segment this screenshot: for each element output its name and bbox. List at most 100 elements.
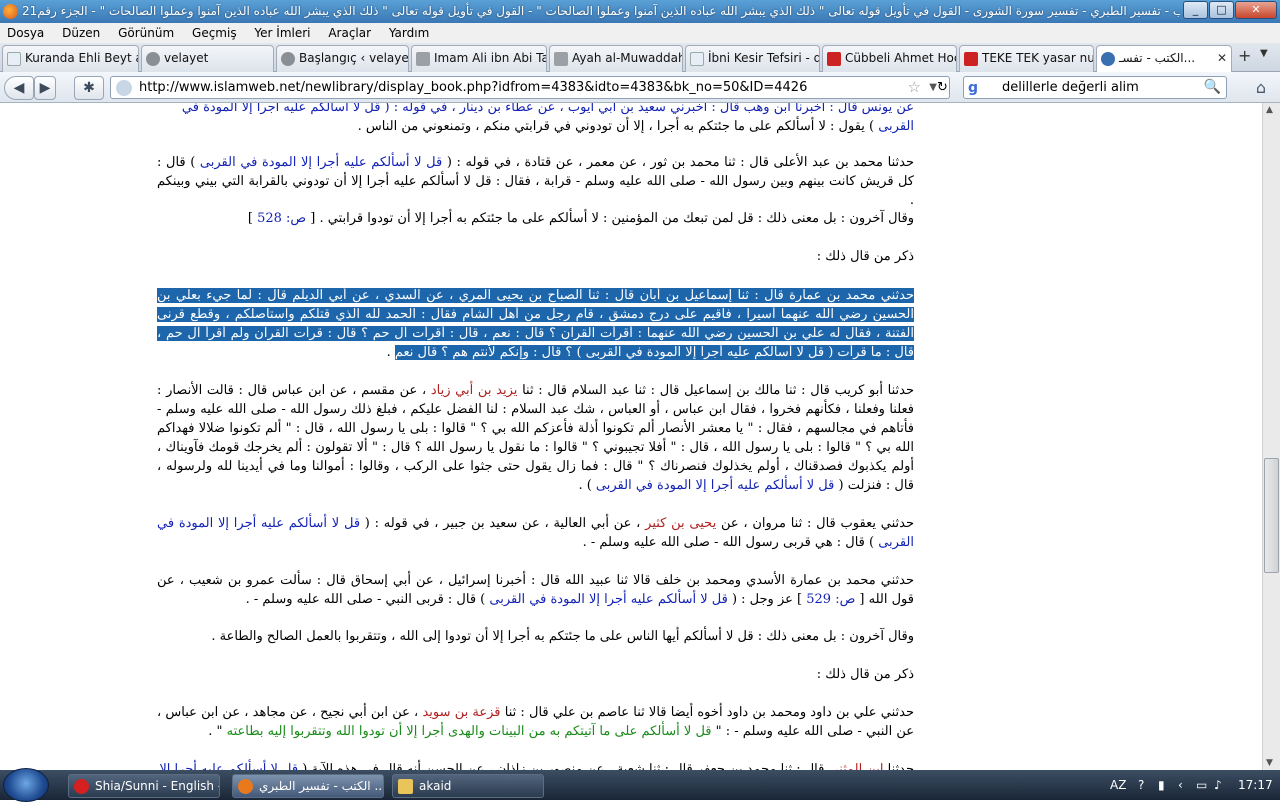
reload-icon[interactable]: ↻ xyxy=(937,77,949,98)
menu-bookmarks[interactable]: Yer İmleri xyxy=(247,23,317,43)
url-dropdown-icon[interactable]: ▼ xyxy=(929,77,937,98)
search-bar[interactable]: g delillerle değerli alim 🔍 xyxy=(963,76,1227,99)
taskbar: Shia/Sunni - English - ... الكتب - تفسير… xyxy=(0,768,1280,802)
help-icon[interactable]: ? xyxy=(1138,770,1144,800)
site-identity-icon[interactable] xyxy=(116,80,132,96)
paragraph-4-selected: حدثني محمد بن عمارة قال : ثنا إسماعيل بن… xyxy=(157,286,914,362)
folder-icon xyxy=(398,779,413,794)
quran-quote[interactable]: قل لا أسألكم عليه أجرا إلا المودة في الق… xyxy=(489,592,727,607)
back-button[interactable]: ◀ xyxy=(4,76,34,100)
tab-label: Ayah al-Muwaddah: ... xyxy=(572,51,683,65)
scroll-down-arrow-icon[interactable]: ▼ xyxy=(1266,758,1273,768)
navigation-bar: ◀ ▶ ✱ http://www.islamweb.net/newlibrary… xyxy=(0,72,1280,103)
page-ref: ص: 528 xyxy=(257,211,307,226)
taskbar-label: akaid xyxy=(419,779,452,793)
page-icon xyxy=(690,52,704,66)
wordpress-icon xyxy=(146,52,160,66)
paragraph-text: وقال آخرون : بل معنى ذلك : قل لمن تبعك م… xyxy=(306,211,914,226)
maximize-button[interactable]: □ xyxy=(1209,1,1234,19)
google-icon[interactable]: g xyxy=(968,78,978,99)
taskbar-label: الكتب - تفسير الطبري ... xyxy=(259,779,383,793)
clock[interactable]: 17:17 xyxy=(1238,770,1273,800)
tab-label: TEKE TEK yasar nuri ... xyxy=(982,51,1094,65)
address-bar[interactable]: http://www.islamweb.net/newlibrary/displ… xyxy=(110,76,950,99)
paragraph-text: " . xyxy=(208,724,227,739)
forward-button[interactable]: ▶ xyxy=(34,76,56,100)
menu-help[interactable]: Yardım xyxy=(382,23,436,43)
quran-quote[interactable]: قل لا أسألكم عليه أجرا إلا المودة في الق… xyxy=(596,478,834,493)
menu-tools[interactable]: Araçlar xyxy=(321,23,378,43)
menu-history[interactable]: Geçmiş xyxy=(185,23,244,43)
selected-text[interactable]: حدثني محمد بن عمارة قال : ثنا إسماعيل بن… xyxy=(157,288,914,360)
paragraph-2: وقال آخرون : بل معنى ذلك : قل لمن تبعك م… xyxy=(157,209,914,228)
minimize-button[interactable]: _ xyxy=(1183,1,1208,19)
close-tab-icon[interactable]: ✕ xyxy=(1217,46,1227,71)
quran-quote: القربى xyxy=(878,119,914,134)
paragraph-text: حدثني علي بن داود ومحمد بن داود أخوه أيض… xyxy=(500,705,914,720)
tab-cubbeli-ahmet[interactable]: Cübbeli Ahmet Hoca... xyxy=(822,45,957,72)
tab-label: Imam Ali ibn Abi Talib... xyxy=(434,51,546,65)
vertical-scrollbar[interactable]: ▲ ▼ xyxy=(1262,103,1280,770)
wordpress-icon xyxy=(281,52,295,66)
new-tab-button[interactable]: + xyxy=(1238,46,1251,65)
paragraph-9: ذكر من قال ذلك : xyxy=(157,665,914,684)
quran-quote[interactable]: قل لا أسألكم عليه أجرا إلا xyxy=(159,762,298,770)
paragraph-text: عن يونس قال : أخبرنا ابن وهب قال : أخبرن… xyxy=(181,103,914,115)
quran-quote[interactable]: قل لا أسألكم عليه أجرا إلا المودة في الق… xyxy=(200,155,442,170)
tab-teke-tek[interactable]: TEKE TEK yasar nuri ... xyxy=(959,45,1094,72)
menu-file[interactable]: Dosya xyxy=(0,23,51,43)
tab-ibni-kesir[interactable]: İbni Kesir Tefsiri - da... xyxy=(685,45,820,72)
tab-ayah-al-muwaddah[interactable]: Ayah al-Muwaddah: ... xyxy=(549,45,683,72)
tab-velayet[interactable]: velayet xyxy=(141,45,274,72)
language-indicator[interactable]: AZ xyxy=(1110,770,1126,800)
page-icon xyxy=(7,52,21,66)
paragraph-text: حدثنا محمد بن عبد الأعلى قال : ثنا محمد … xyxy=(442,155,914,170)
menu-edit[interactable]: Düzen xyxy=(55,23,107,43)
taskbar-item-opera[interactable]: Shia/Sunni - English - ... xyxy=(68,774,220,798)
scroll-up-arrow-icon[interactable]: ▲ xyxy=(1266,105,1273,115)
paragraph-text: ، عن أبي العالية ، عن سعيد بن جبير ، في … xyxy=(360,516,646,531)
firefox-icon xyxy=(3,4,18,19)
tab-active-tafsir[interactable]: الكتب - تفسـ... ✕ xyxy=(1096,45,1232,73)
narrator-link[interactable]: ابن المثنى xyxy=(828,762,883,770)
hadith-quote[interactable]: قل لا أسألكم على ما آتيتكم به من البينات… xyxy=(227,724,712,739)
bookmark-star-icon[interactable]: ☆ xyxy=(908,77,921,98)
narrator-link[interactable]: يحيى بن كثير xyxy=(645,516,716,531)
start-button[interactable] xyxy=(3,768,49,802)
search-icon[interactable]: 🔍 xyxy=(1204,77,1221,98)
paragraph-text: وقال آخرون : بل معنى ذلك : قل لا أسألكم … xyxy=(211,629,914,644)
paragraph-6: حدثني يعقوب قال : ثنا مروان ، عن يحيى بن… xyxy=(157,514,914,552)
close-button[interactable]: ✕ xyxy=(1235,1,1277,19)
narrator-link[interactable]: قزعة بن سويد xyxy=(422,705,500,720)
wiki-icon xyxy=(416,52,430,66)
search-input[interactable]: delillerle değerli alim xyxy=(1002,80,1139,95)
paragraph-3: ذكر من قال ذلك : xyxy=(157,247,914,266)
tab-imam-ali[interactable]: Imam Ali ibn Abi Talib... xyxy=(411,45,547,72)
paragraph-text: ] عز وجل : ( xyxy=(727,592,807,607)
tab-list-chevron-down-icon[interactable]: ▼ xyxy=(1260,48,1268,59)
monitor-icon[interactable]: ▭ xyxy=(1196,770,1207,800)
taskbar-item-folder[interactable]: akaid xyxy=(392,774,544,798)
paragraph-text: ، عن مقسم ، عن ابن عباس قال : قالت الأنص… xyxy=(157,383,914,493)
page-content: عن يونس قال : أخبرنا ابن وهب قال : أخبرن… xyxy=(0,103,1262,770)
paragraph-text: حدثنا xyxy=(883,762,914,770)
tab-bar: Kuranda Ehli Beyt a.s velayet Başlangıç … xyxy=(0,43,1280,73)
tab-baslangic-velayet[interactable]: Başlangıç ‹ velayet ... xyxy=(276,45,409,72)
paragraph-text: ذكر من قال ذلك : xyxy=(816,249,914,264)
home-icon[interactable]: ⌂ xyxy=(1248,76,1274,100)
paragraph-5: حدثنا أبو كريب قال : ثنا مالك بن إسماعيل… xyxy=(157,381,914,495)
tab-label: Başlangıç ‹ velayet ... xyxy=(299,51,409,65)
addon-icon[interactable]: ✱ xyxy=(74,76,104,100)
scrollbar-thumb[interactable] xyxy=(1264,458,1279,573)
network-icon[interactable]: ▮ xyxy=(1158,770,1165,800)
taskbar-item-firefox[interactable]: الكتب - تفسير الطبري ... xyxy=(232,774,384,798)
paragraph-text: . xyxy=(386,345,395,360)
tab-kuranda-ehli-beyt[interactable]: Kuranda Ehli Beyt a.s xyxy=(2,45,139,72)
paragraph-text: ) . xyxy=(578,478,596,493)
window-title: الكتب - تفسير الطبري - تفسير سورة الشورى… xyxy=(22,4,1180,18)
opera-icon xyxy=(74,779,89,794)
narrator-link[interactable]: يزيد بن أبي زياد xyxy=(431,383,518,398)
menu-view[interactable]: Görünüm xyxy=(111,23,181,43)
speaker-icon[interactable]: ♪ xyxy=(1214,770,1222,800)
tray-chevron-icon[interactable]: ‹ xyxy=(1178,770,1183,800)
